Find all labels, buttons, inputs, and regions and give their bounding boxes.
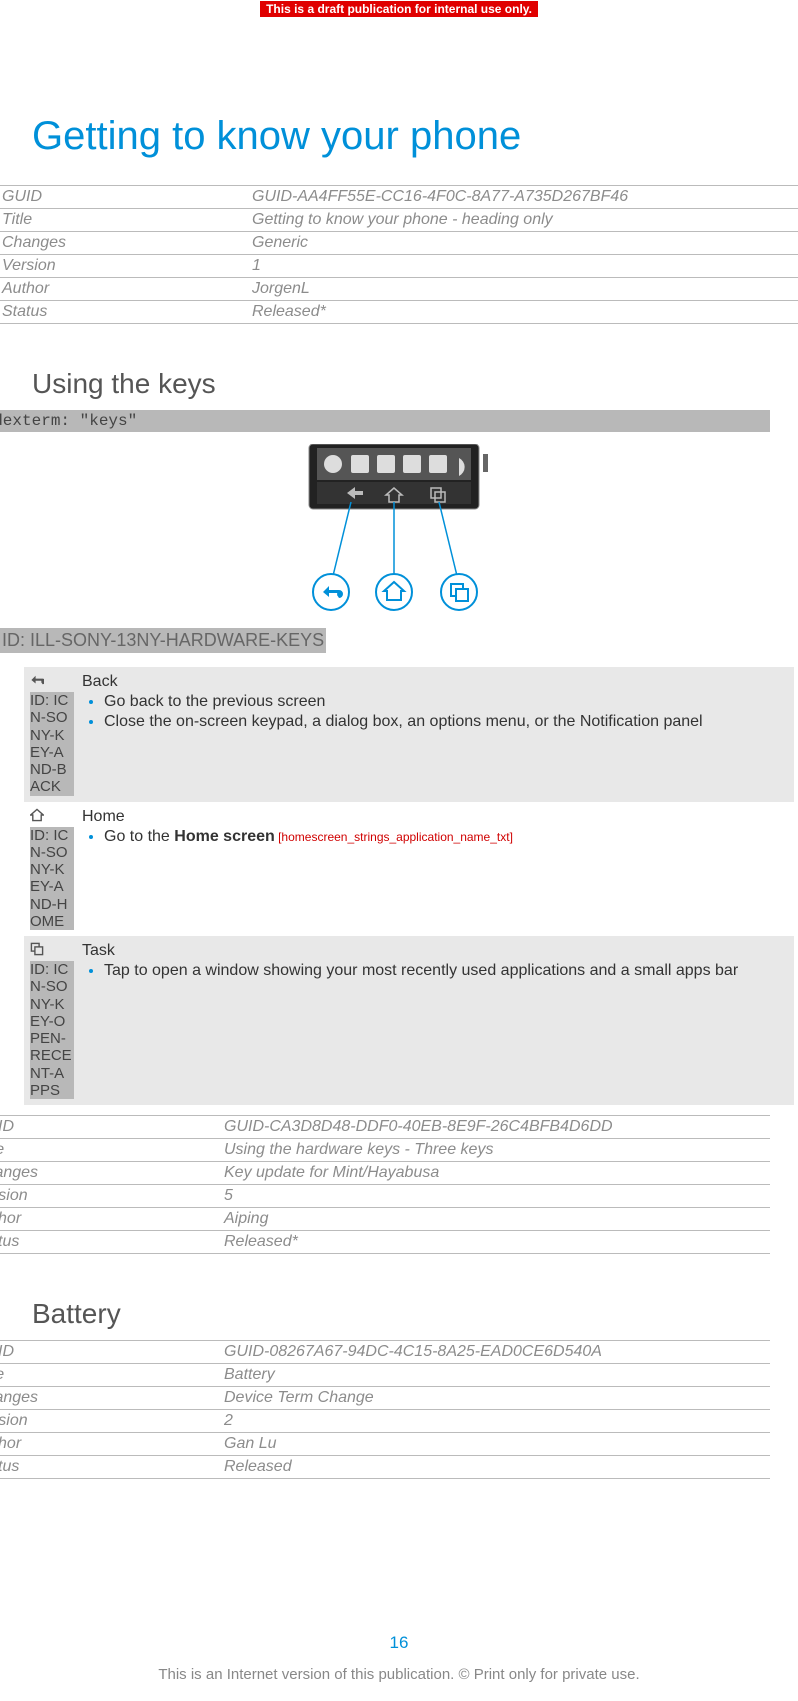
key-id-back: ID: ICN-SONY-KEY-AND-BACK <box>30 692 74 796</box>
phone-keys-illustration <box>28 444 770 614</box>
back-icon <box>30 673 44 692</box>
home-icon <box>30 808 44 827</box>
meta-row: GUIDGUID-AA4FF55E-CC16-4F0C-8A77-A735D26… <box>0 185 798 208</box>
meta-row: AuthorJorgenL <box>0 277 798 300</box>
meta-row: Version1 <box>0 254 798 277</box>
meta-row: Version2 <box>0 1409 770 1432</box>
meta-row: TitleGetting to know your phone - headin… <box>0 208 798 231</box>
section-battery: Battery <box>32 1298 770 1330</box>
meta-row: AuthorGan Lu <box>0 1432 770 1455</box>
meta-row: ChangesDevice Term Change <box>0 1386 770 1409</box>
key-id-home: ID: ICN-SONY-KEY-AND-HOME <box>30 827 74 931</box>
meta-block-1: GUIDGUID-AA4FF55E-CC16-4F0C-8A77-A735D26… <box>0 185 798 324</box>
illustration-id: ID: ILL-SONY-13NY-HARDWARE-KEYS <box>0 628 326 653</box>
key-name-back: Back <box>82 673 794 691</box>
key-back-bullet-2: Close the on-screen keypad, a dialog box… <box>104 713 794 731</box>
recent-apps-icon <box>30 942 44 961</box>
meta-row: GUIDGUID-08267A67-94DC-4C15-8A25-EAD0CE6… <box>0 1340 770 1363</box>
meta-row: TitleUsing the hardware keys - Three key… <box>0 1138 770 1161</box>
indexterm-label: Indexterm: "keys" <box>0 410 770 432</box>
meta-block-3: GUIDGUID-08267A67-94DC-4C15-8A25-EAD0CE6… <box>0 1340 770 1479</box>
meta-row: StatusReleased* <box>0 1230 770 1254</box>
key-home-bullet: Go to the Home screen [homescreen_string… <box>104 828 794 846</box>
key-name-task: Task <box>82 942 794 960</box>
key-id-task: ID: ICN-SONY-KEY-OPEN-RECENT-APPS <box>30 961 74 1099</box>
meta-row: AuthorAiping <box>0 1207 770 1230</box>
meta-row: StatusReleased <box>0 1455 770 1479</box>
page-number: 16 <box>0 1633 798 1653</box>
draft-banner: This is a draft publication for internal… <box>259 0 539 18</box>
meta-row: ChangesGeneric <box>0 231 798 254</box>
key-name-home: Home <box>82 808 794 826</box>
key-row-task: ID: ICN-SONY-KEY-OPEN-RECENT-APPS Task T… <box>24 936 794 1105</box>
key-row-back: ID: ICN-SONY-KEY-AND-BACK Back Go back t… <box>24 667 794 802</box>
key-row-home: ID: ICN-SONY-KEY-AND-HOME Home Go to the… <box>24 802 794 937</box>
key-description-table: ID: ICN-SONY-KEY-AND-BACK Back Go back t… <box>24 667 794 1105</box>
section-using-keys: Using the keys <box>32 368 770 400</box>
page-title: Getting to know your phone <box>32 114 770 159</box>
key-task-bullet-1: Tap to open a window showing your most r… <box>104 962 794 980</box>
meta-row: ChangesKey update for Mint/Hayabusa <box>0 1161 770 1184</box>
meta-row: Version5 <box>0 1184 770 1207</box>
footer-copyright: This is an Internet version of this publ… <box>0 1666 798 1683</box>
meta-block-2: GUIDGUID-CA3D8D48-DDF0-40EB-8E9F-26C4BFB… <box>0 1115 770 1254</box>
meta-row: GUIDGUID-CA3D8D48-DDF0-40EB-8E9F-26C4BFB… <box>0 1115 770 1138</box>
meta-row: TitleBattery <box>0 1363 770 1386</box>
key-back-bullet-1: Go back to the previous screen <box>104 693 794 711</box>
meta-row: StatusReleased* <box>0 300 798 324</box>
